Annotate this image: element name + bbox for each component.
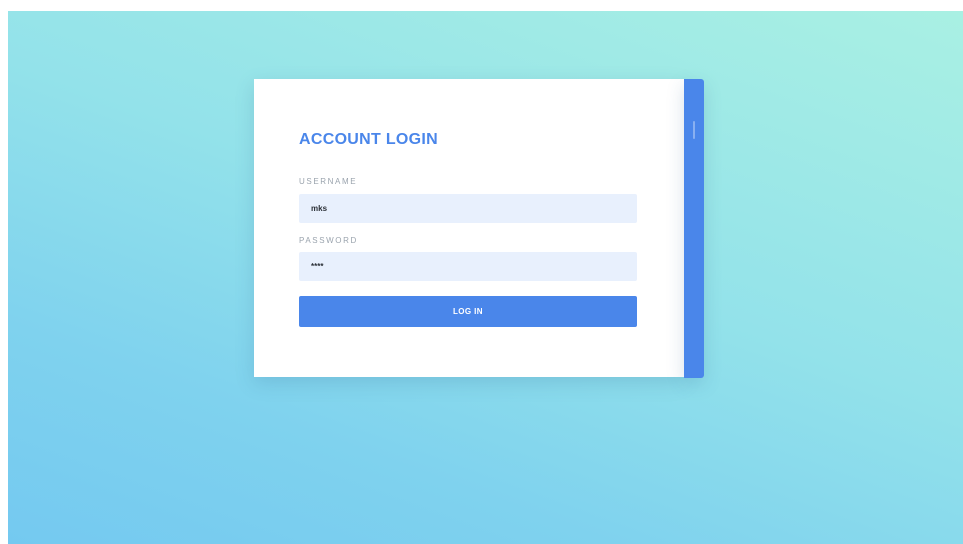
- login-card: ACCOUNT LOGIN USERNAME PASSWORD LOG IN: [254, 79, 684, 377]
- login-button[interactable]: LOG IN: [299, 296, 637, 327]
- password-input[interactable]: [299, 252, 637, 281]
- password-label: PASSWORD: [299, 236, 358, 245]
- login-title: ACCOUNT LOGIN: [299, 131, 439, 148]
- side-grip: [693, 121, 695, 139]
- username-label: USERNAME: [299, 177, 358, 186]
- page-background: ACCOUNT LOGIN USERNAME PASSWORD LOG IN: [8, 11, 963, 544]
- username-input[interactable]: [299, 194, 637, 223]
- card-side-accent: [684, 79, 704, 378]
